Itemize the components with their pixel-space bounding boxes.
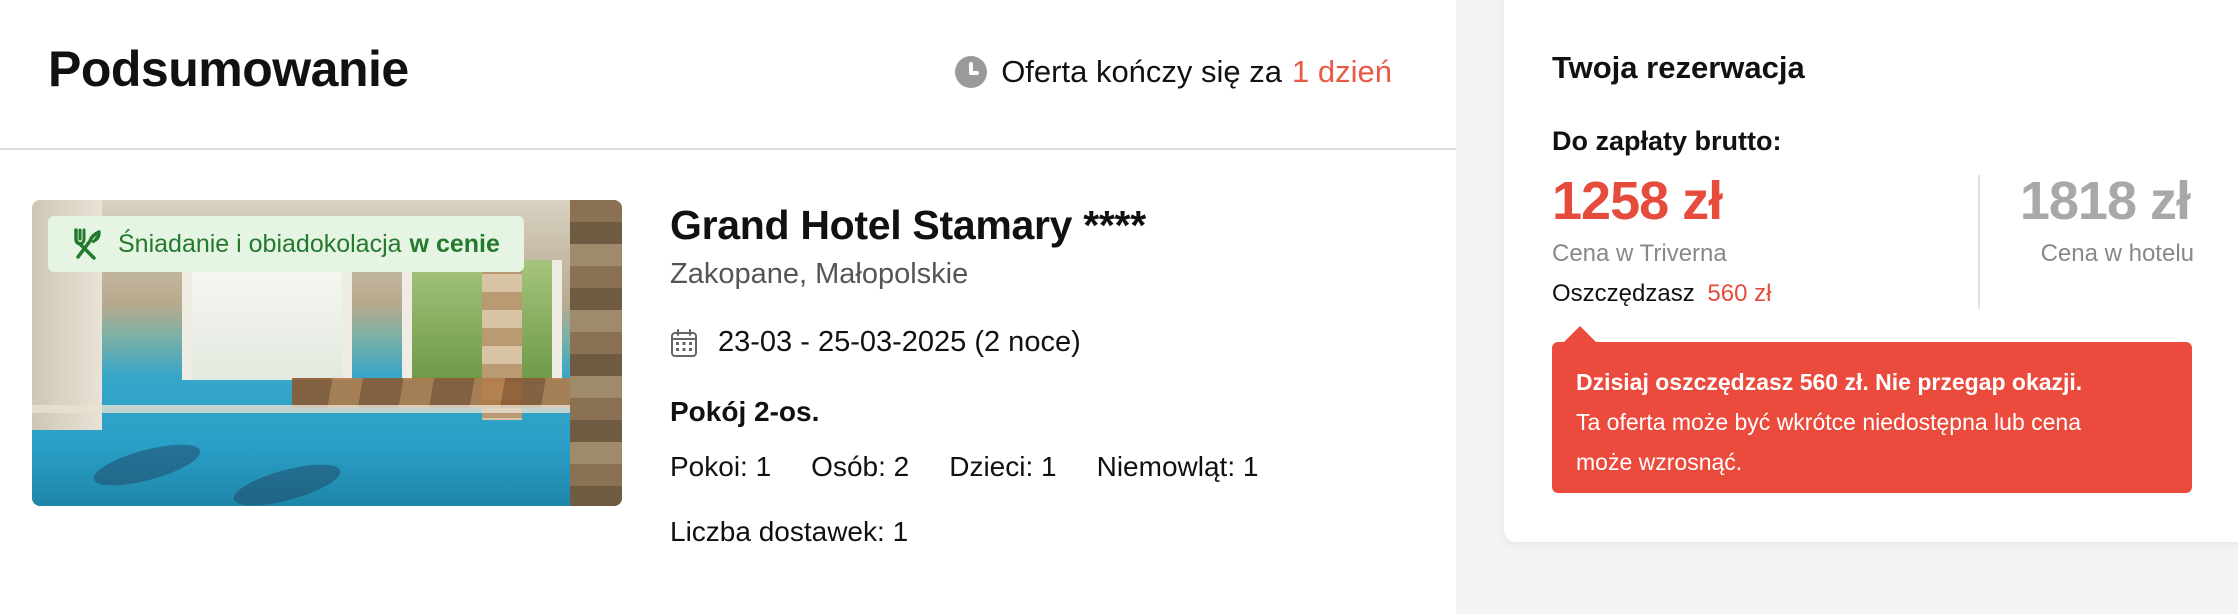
- reservation-title: Twoja rezerwacja: [1552, 50, 1805, 85]
- savings-value: 560 zł: [1707, 280, 1772, 307]
- offer-timer: Oferta kończy się za 1 dzień: [955, 54, 1392, 90]
- savings-label: Oszczędzasz: [1552, 280, 1695, 307]
- meal-badge-text: Śniadanie i obiadokolacja: [118, 229, 402, 258]
- summary-panel: Podsumowanie Oferta kończy się za 1 dzie…: [0, 0, 1456, 614]
- alert-title: Dzisiaj oszczędzasz 560 zł. Nie przegap …: [1576, 369, 2083, 395]
- stay-dates: 23-03 - 25-03-2025 (2 noce): [670, 326, 1081, 359]
- meal-badge: Śniadanie i obiadokolacja w cenie: [48, 216, 524, 272]
- occupancy-infants: Niemowląt: 1: [1096, 451, 1259, 482]
- price-hotel: 1818 zł: [2019, 171, 2191, 231]
- alert-text-line1: Ta oferta może być wkrótce niedostępna l…: [1576, 409, 2082, 435]
- price-divider: [1978, 175, 1980, 309]
- occupancy-children: Dzieci: 1: [949, 451, 1057, 482]
- reservation-card: Twoja rezerwacja Do zapłaty brutto: 1258…: [1504, 0, 2238, 542]
- calendar-icon: [671, 328, 697, 357]
- meal-badge-bold: w cenie: [409, 229, 500, 258]
- clock-icon: [955, 56, 988, 88]
- offer-timer-highlight: 1 dzień: [1292, 54, 1392, 89]
- savings-alert: Dzisiaj oszczędzasz 560 zł. Nie przegap …: [1552, 326, 2192, 493]
- extra-beds: Liczba dostawek: 1: [670, 516, 909, 547]
- stay-dates-text: 23-03 - 25-03-2025 (2 noce): [718, 326, 1081, 358]
- pay-label: Do zapłaty brutto:: [1552, 126, 1782, 156]
- summary-header: Podsumowanie Oferta kończy się za 1 dzie…: [0, 0, 1456, 150]
- page-title: Podsumowanie: [48, 41, 409, 97]
- price-triverna: 1258 zł: [1552, 171, 1723, 231]
- price-triverna-label: Cena w Triverna: [1552, 240, 1727, 267]
- room-type: Pokój 2-os.: [670, 396, 820, 427]
- occupancy: Pokoi: 1 Osób: 2 Dzieci: 1 Niemowląt: 1: [670, 451, 1298, 483]
- offer-timer-text: Oferta kończy się za: [1001, 54, 1283, 89]
- cutlery-icon: [74, 228, 101, 260]
- hotel-location: Zakopane, Małopolskie: [670, 258, 969, 290]
- savings-line: Oszczędzasz 560 zł: [1552, 280, 1771, 308]
- occupancy-persons: Osób: 2: [811, 451, 910, 482]
- price-hotel-label: Cena w hotelu: [2040, 240, 2194, 267]
- hotel-name: Grand Hotel Stamary ****: [670, 202, 1146, 248]
- alert-text-line2: może wzrosnąć.: [1576, 449, 1743, 475]
- occupancy-rooms: Pokoi: 1: [670, 451, 772, 482]
